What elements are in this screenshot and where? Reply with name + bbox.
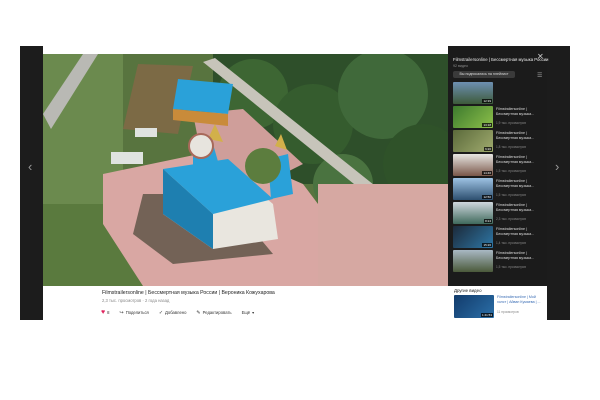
video-title: Filmstrailersonline | Бессмертная музыка… xyxy=(102,290,275,296)
playlist-thumbnail: 13:18 xyxy=(453,106,493,128)
more-label: Ещё xyxy=(241,310,251,315)
playlist-item[interactable]: 12:50 Filmstrailersonline | Бессмертная … xyxy=(453,178,539,201)
overlay-left-margin xyxy=(20,46,43,320)
playlist-item[interactable]: 14:46 Filmstrailersonline | Бессмертная … xyxy=(453,154,539,177)
playlist-item-views: 1,9 тыс. просмотров xyxy=(496,121,526,125)
playlist-item-title: Filmstrailersonline | Бессмертная музыка… xyxy=(496,227,535,236)
other-video-thumbnail[interactable]: 1:41:53 xyxy=(454,295,494,318)
duration-badge: 6:20 xyxy=(484,147,492,151)
pencil-icon: ✎ xyxy=(196,309,201,316)
duration-badge: 12:39 xyxy=(482,99,492,103)
playlist-count: 92 видео xyxy=(453,64,469,68)
heart-icon: ♥ xyxy=(101,309,106,316)
more-button[interactable]: Ещё ▾ xyxy=(242,310,255,315)
playlist-thumbnail: 12:39 xyxy=(453,82,493,104)
edit-label: Редактировать xyxy=(202,310,232,315)
video-actions: ♥ 8 ↪ Поделиться ✓ Добавлено ✎ Редактиро… xyxy=(101,308,254,317)
playlist-item[interactable]: 8:24 Filmstrailersonline | Бессмертная м… xyxy=(453,202,539,225)
playlist-title: Filmstrailersonline | Бессмертная музыка… xyxy=(453,57,549,62)
playlist-item-views: 1,8 тыс. просмотров xyxy=(496,145,526,149)
playlist-thumbnail xyxy=(453,250,493,272)
playlist-list-icon[interactable]: ☰ xyxy=(537,73,542,79)
playlist-item-title: Filmstrailersonline | Бессмертная музыка… xyxy=(496,155,535,164)
playlist-item-views: 2,3 тыс. просмотров xyxy=(496,217,526,221)
playlist-item[interactable]: 12:39 xyxy=(453,82,539,105)
playlist-sidebar: Filmstrailersonline | Бессмертная музыка… xyxy=(448,46,549,286)
added-button[interactable]: ✓ Добавлено xyxy=(159,310,187,316)
playlist-item-views: 1,5 тыс. просмотров xyxy=(496,193,526,197)
playlist-item-title: Filmstrailersonline | Бессмертная музыка… xyxy=(496,203,535,212)
overlay-right-margin xyxy=(547,46,570,320)
playlist-thumbnail: 15:26 xyxy=(453,226,493,248)
next-video-arrow-icon[interactable]: › xyxy=(555,160,559,173)
duration-badge: 8:24 xyxy=(484,219,492,223)
edit-button[interactable]: ✎ Редактировать xyxy=(196,310,231,316)
playlist-item-title: Filmstrailersonline | Бессмертная музыка… xyxy=(496,131,535,140)
playlist-thumbnail: 6:20 xyxy=(453,130,493,152)
playlist-item-title: Filmstrailersonline | Бессмертная музыка… xyxy=(496,251,535,260)
duration-badge: 14:46 xyxy=(482,171,492,175)
video-frame-aerial-church xyxy=(43,54,448,286)
playlist-thumbnail: 12:50 xyxy=(453,178,493,200)
playlist-item[interactable]: Filmstrailersonline | Бессмертная музыка… xyxy=(453,250,539,273)
other-videos-title: Другие видео xyxy=(454,288,482,293)
duration-badge: 12:50 xyxy=(482,195,492,199)
share-button[interactable]: ↪ Поделиться xyxy=(120,310,149,316)
close-icon[interactable]: ✕ xyxy=(537,53,544,61)
playlist-item[interactable]: 15:26 Filmstrailersonline | Бессмертная … xyxy=(453,226,539,249)
like-count: 8 xyxy=(107,310,110,315)
other-video-title[interactable]: Filmstrailersonline | Мой холст | Айван … xyxy=(497,295,545,304)
other-video-views: 11 просмотров xyxy=(497,310,519,314)
duration-badge: 15:26 xyxy=(482,243,492,247)
like-button[interactable]: ♥ 8 xyxy=(101,309,110,316)
duration-badge: 13:18 xyxy=(482,123,492,127)
playlist-item-views: 1,5 тыс. просмотров xyxy=(496,169,526,173)
other-videos: Другие видео 1:41:53 Filmstrailersonline… xyxy=(448,286,547,320)
playlist-thumbnail: 14:46 xyxy=(453,154,493,176)
playlist-thumbnail: 8:24 xyxy=(453,202,493,224)
playlist-item-title: Filmstrailersonline | Бессмертная музыка… xyxy=(496,179,535,188)
video-viewer: Filmstrailersonline | Бессмертная музыка… xyxy=(43,46,549,320)
video-meta: 2,3 тыс. просмотров · 2 года назад xyxy=(102,298,170,303)
previous-video-arrow-icon[interactable]: ‹ xyxy=(28,160,32,173)
playlist-item[interactable]: 13:18 Filmstrailersonline | Бессмертная … xyxy=(453,106,539,129)
share-icon: ↪ xyxy=(119,309,124,316)
video-info: Filmstrailersonline | Бессмертная музыка… xyxy=(43,286,448,320)
check-icon: ✓ xyxy=(158,309,164,316)
playlist-subscribed-button[interactable]: Вы подписались на плейлист xyxy=(453,71,515,78)
playlist-item-views: 1,5 тыс. просмотров xyxy=(496,265,526,269)
playlist-item[interactable]: 6:20 Filmstrailersonline | Бессмертная м… xyxy=(453,130,539,153)
share-label: Поделиться xyxy=(125,310,149,315)
video-player[interactable] xyxy=(43,54,448,286)
chevron-down-icon: ▾ xyxy=(252,310,255,315)
playlist-item-views: 1,4 тыс. просмотров xyxy=(496,241,526,245)
duration-badge: 1:41:53 xyxy=(480,313,493,317)
playlist-item-title: Filmstrailersonline | Бессмертная музыка… xyxy=(496,107,535,116)
added-label: Добавлено xyxy=(165,310,187,315)
